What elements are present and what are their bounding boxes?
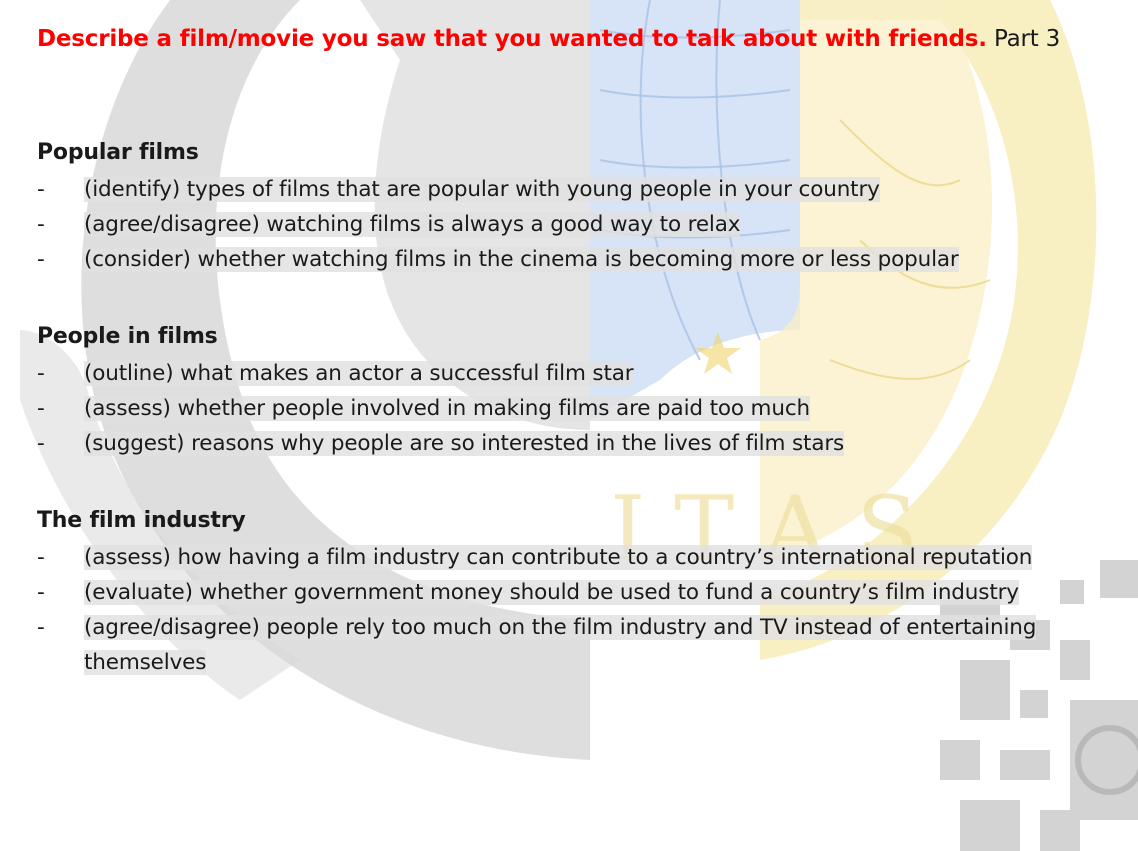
list-item: - (outline) what makes an actor a succes… bbox=[37, 356, 1127, 391]
list-item: - (agree/disagree) watching films is alw… bbox=[37, 207, 1127, 242]
list-item-text: (identify) types of films that are popul… bbox=[84, 177, 880, 202]
list-item: - (suggest) reasons why people are so in… bbox=[37, 426, 1127, 461]
list-item-text: (assess) whether people involved in maki… bbox=[84, 396, 810, 421]
list-item: - (assess) whether people involved in ma… bbox=[37, 391, 1127, 426]
bullet-dash: - bbox=[37, 615, 45, 640]
section-heading: People in films bbox=[37, 324, 218, 349]
list-item: - (agree/disagree) people rely too much … bbox=[37, 610, 1057, 680]
bullet-dash: - bbox=[37, 361, 45, 386]
document-page: Describe a film/movie you saw that you w… bbox=[0, 0, 1138, 851]
bullet-dash: - bbox=[37, 396, 45, 421]
list-item: - (assess) how having a film industry ca… bbox=[37, 540, 1057, 575]
list-item-text: (agree/disagree) people rely too much on… bbox=[84, 615, 1037, 675]
section-popular-films: Popular films - (identify) types of film… bbox=[37, 134, 1127, 277]
list-item-text: (suggest) reasons why people are so inte… bbox=[84, 431, 845, 456]
bullet-dash: - bbox=[37, 580, 45, 605]
bullet-dash: - bbox=[37, 545, 45, 570]
title-part: Part 3 bbox=[993, 26, 1061, 52]
section-people-in-films: People in films - (outline) what makes a… bbox=[37, 318, 1127, 461]
bullet-dash: - bbox=[37, 431, 45, 456]
list-item-text: (evaluate) whether government money shou… bbox=[84, 580, 1019, 605]
section-heading: The film industry bbox=[37, 508, 246, 533]
bullet-dash: - bbox=[37, 177, 45, 202]
section-film-industry: The film industry - (assess) how having … bbox=[37, 502, 1057, 680]
bullet-dash: - bbox=[37, 247, 45, 272]
list-item-text: (outline) what makes an actor a successf… bbox=[84, 361, 634, 386]
section-heading: Popular films bbox=[37, 140, 199, 165]
title-main: Describe a film/movie you saw that you w… bbox=[37, 26, 987, 52]
list-item: - (consider) whether watching films in t… bbox=[37, 242, 1127, 277]
list-item-text: (assess) how having a film industry can … bbox=[84, 545, 1033, 570]
list-item-text: (agree/disagree) watching films is alway… bbox=[84, 212, 741, 237]
bullet-dash: - bbox=[37, 212, 45, 237]
page-title: Describe a film/movie you saw that you w… bbox=[37, 26, 1060, 52]
list-item-text: (consider) whether watching films in the… bbox=[84, 247, 959, 272]
list-item: - (identify) types of films that are pop… bbox=[37, 172, 1127, 207]
list-item: - (evaluate) whether government money sh… bbox=[37, 575, 1057, 610]
